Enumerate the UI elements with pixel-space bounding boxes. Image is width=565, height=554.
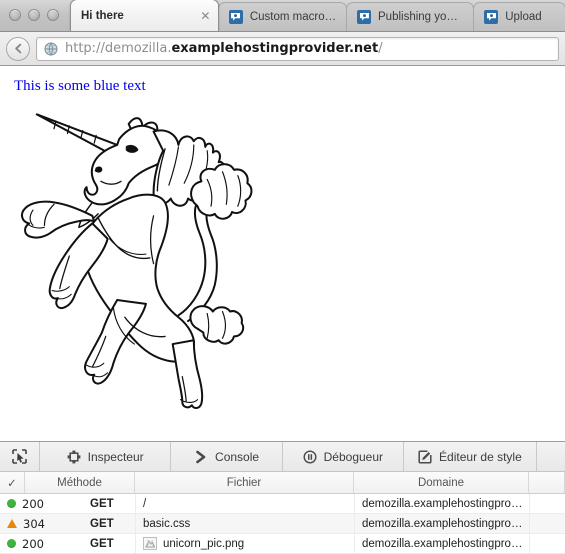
column-header-status[interactable]: ✓	[0, 472, 25, 493]
tab-label: Upload	[505, 11, 542, 23]
status-cell: 200	[0, 534, 90, 553]
browser-tab-1[interactable]: Hi there ✕	[70, 0, 219, 31]
browser-window: Hi there ✕ Custom macros... Publishing y…	[0, 0, 565, 554]
row-spacer	[529, 494, 565, 513]
tab-label: Inspecteur	[87, 449, 144, 464]
url-prefix: http://demozilla.	[65, 41, 172, 56]
element-picker-icon[interactable]	[0, 442, 40, 471]
status-code: 200	[22, 496, 44, 511]
chevron-right-icon	[194, 450, 208, 464]
close-window-button[interactable]	[9, 9, 21, 21]
devtools-toolbar: Inspecteur Console Débogueur Éditeur de …	[0, 442, 565, 472]
url-bar[interactable]: http://demozilla.examplehostingprovider.…	[36, 36, 559, 61]
tab-label: Console	[215, 449, 260, 464]
url-host: examplehostingprovider.net	[171, 41, 379, 56]
table-row[interactable]: 304 GET basic.css demozilla.examplehosti…	[0, 514, 565, 534]
mdn-icon	[228, 10, 243, 24]
tab-label: Publishing your...	[378, 11, 465, 23]
column-header-spacer	[529, 472, 565, 493]
status-cell: 200	[0, 494, 90, 513]
network-table-header: ✓ Méthode Fichier Domaine	[0, 472, 565, 494]
status-code: 304	[23, 516, 45, 531]
tab-label: Éditeur de style	[439, 449, 522, 464]
tab-debogueur[interactable]: Débogueur	[283, 442, 404, 471]
green-circle-icon	[7, 539, 16, 548]
row-spacer	[529, 514, 565, 533]
status-code: 200	[22, 536, 44, 551]
developer-tools-panel: Inspecteur Console Débogueur Éditeur de …	[0, 441, 565, 554]
file-cell: unicorn_pic.png	[135, 534, 354, 553]
zoom-window-button[interactable]	[47, 9, 59, 21]
browser-tab-3[interactable]: Publishing your...	[346, 2, 475, 31]
mdn-icon	[357, 10, 371, 24]
devtools-toolbar-spacer	[537, 442, 565, 471]
tab-editeur-de-style[interactable]: Éditeur de style	[404, 442, 537, 471]
close-icon[interactable]: ✕	[199, 9, 212, 22]
page-content: This is some blue text	[0, 66, 565, 441]
tab-label: Hi there	[81, 9, 124, 22]
back-arrow-icon[interactable]	[6, 36, 30, 61]
row-spacer	[529, 534, 565, 553]
table-row[interactable]: 200 GET unicorn_pic.png demozilla.exampl…	[0, 534, 565, 554]
method-cell: GET	[90, 497, 114, 510]
inspector-icon	[67, 450, 81, 464]
file-name: unicorn_pic.png	[163, 537, 245, 550]
domain-cell: demozilla.examplehostingpro…	[354, 494, 529, 513]
navigation-toolbar: http://demozilla.examplehostingprovider.…	[0, 32, 565, 66]
column-header-domain[interactable]: Domaine	[354, 472, 529, 493]
column-header-file[interactable]: Fichier	[135, 472, 354, 493]
browser-tab-2[interactable]: Custom macros...	[217, 2, 347, 31]
tab-console[interactable]: Console	[171, 442, 283, 471]
domain-cell: demozilla.examplehostingpro…	[354, 534, 529, 553]
file-cell: /	[135, 494, 354, 513]
window-traffic-lights	[0, 0, 70, 31]
method-cell: GET	[90, 517, 114, 530]
tab-label: Custom macros...	[249, 11, 337, 23]
url-suffix: /	[378, 41, 383, 56]
domain-cell: demozilla.examplehostingpro…	[354, 514, 529, 533]
file-cell: basic.css	[135, 514, 354, 533]
tab-inspecteur[interactable]: Inspecteur	[40, 442, 172, 471]
tab-label: Débogueur	[323, 449, 384, 464]
column-header-method[interactable]: Méthode	[25, 472, 135, 493]
page-heading: This is some blue text	[14, 78, 146, 94]
unicorn-image	[10, 101, 278, 411]
pause-circle-icon	[303, 449, 317, 464]
status-cell: 304	[0, 514, 90, 533]
globe-icon	[44, 42, 58, 56]
method-cell: GET	[90, 537, 114, 550]
file-name: /	[143, 497, 147, 510]
image-thumbnail-icon	[143, 537, 157, 550]
minimize-window-button[interactable]	[28, 9, 40, 21]
url-text: http://demozilla.examplehostingprovider.…	[65, 41, 383, 56]
table-row[interactable]: 200 GET / demozilla.examplehostingpro…	[0, 494, 565, 514]
mdn-icon	[484, 10, 499, 24]
file-name: basic.css	[143, 517, 191, 530]
green-circle-icon	[7, 499, 16, 508]
tab-list: Hi there ✕ Custom macros... Publishing y…	[70, 0, 565, 31]
browser-tab-4[interactable]: Upload	[473, 2, 565, 31]
style-editor-icon	[418, 449, 432, 464]
tab-strip: Hi there ✕ Custom macros... Publishing y…	[0, 0, 565, 32]
orange-triangle-icon	[7, 519, 17, 528]
